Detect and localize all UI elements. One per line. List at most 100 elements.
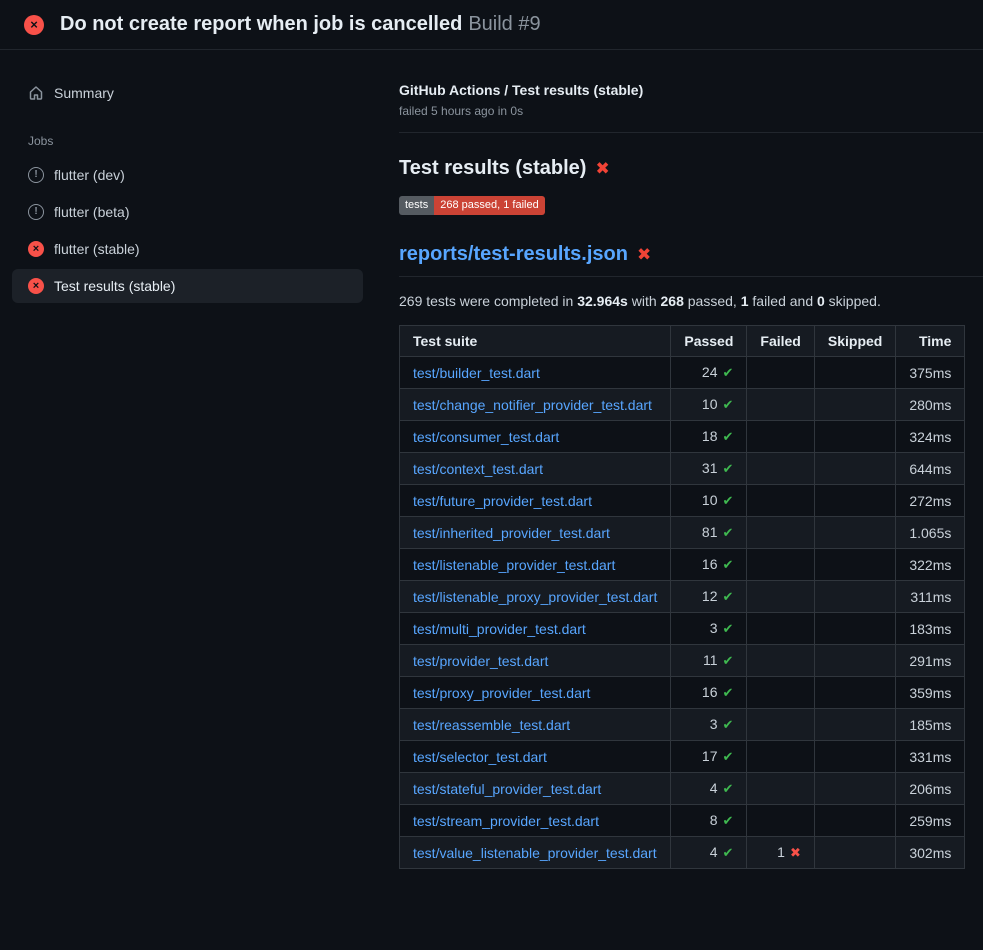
report-file-heading: reports/test-results.json ✖ <box>399 243 983 277</box>
passed-cell: 3✔ <box>671 709 747 741</box>
summary-mid2: passed, <box>684 293 741 309</box>
skipped-cell <box>814 389 895 421</box>
check-run-page: × Do not create report when job is cance… <box>0 0 983 909</box>
divider <box>399 132 983 133</box>
sidebar-item-flutter-beta[interactable]: !flutter (beta) <box>12 195 363 229</box>
time-cell: 324ms <box>896 421 965 453</box>
skipped-cell <box>814 581 895 613</box>
failed-cell <box>747 357 814 389</box>
suite-link[interactable]: test/listenable_provider_test.dart <box>413 557 615 573</box>
suite-cell: test/stateful_provider_test.dart <box>400 773 671 805</box>
passed-cell: 81✔ <box>671 517 747 549</box>
breadcrumb: GitHub Actions / Test results (stable) <box>399 82 983 98</box>
skipped-cell <box>814 773 895 805</box>
table-row: test/value_listenable_provider_test.dart… <box>400 837 965 869</box>
summary-line: 269 tests were completed in 32.964s with… <box>399 293 965 309</box>
skipped-cell <box>814 805 895 837</box>
check-icon: ✔ <box>723 461 734 476</box>
check-suite-title: Do not create report when job is cancell… <box>60 13 462 35</box>
suite-link[interactable]: test/provider_test.dart <box>413 653 548 669</box>
passed-cell: 18✔ <box>671 421 747 453</box>
time-cell: 375ms <box>896 357 965 389</box>
passed-cell: 4✔ <box>671 837 747 869</box>
suite-link[interactable]: test/value_listenable_provider_test.dart <box>413 845 657 861</box>
passed-cell: 10✔ <box>671 485 747 517</box>
suite-link[interactable]: test/consumer_test.dart <box>413 429 559 445</box>
passed-cell: 31✔ <box>671 453 747 485</box>
summary-suffix: skipped. <box>825 293 881 309</box>
x-circle-icon: × <box>24 15 44 35</box>
summary-duration: 32.964s <box>577 293 628 309</box>
summary-mid1: with <box>628 293 661 309</box>
sidebar-item-flutter-dev[interactable]: !flutter (dev) <box>12 158 363 192</box>
tests-badge: tests 268 passed, 1 failed <box>399 196 545 215</box>
failed-cell <box>747 677 814 709</box>
check-icon: ✔ <box>723 493 734 508</box>
failed-cell <box>747 581 814 613</box>
failed-cell: 1✖ <box>747 837 814 869</box>
suite-link[interactable]: test/listenable_proxy_provider_test.dart <box>413 589 657 605</box>
suite-cell: test/proxy_provider_test.dart <box>400 677 671 709</box>
summary-passed-count: 268 <box>661 293 684 309</box>
skipped-cell <box>814 741 895 773</box>
failed-cell <box>747 613 814 645</box>
failed-cell <box>747 389 814 421</box>
suite-link[interactable]: test/proxy_provider_test.dart <box>413 685 590 701</box>
table-row: test/inherited_provider_test.dart81✔1.06… <box>400 517 965 549</box>
check-icon: ✔ <box>723 813 734 828</box>
report-file-link[interactable]: reports/test-results.json <box>399 243 628 266</box>
time-cell: 206ms <box>896 773 965 805</box>
check-icon: ✔ <box>723 557 734 572</box>
sidebar-item-test-results-stable[interactable]: ×Test results (stable) <box>12 269 363 303</box>
time-cell: 291ms <box>896 645 965 677</box>
failed-cell <box>747 741 814 773</box>
summary-mid3: failed and <box>749 293 818 309</box>
failed-x-icon: ✖ <box>595 159 609 179</box>
suite-link[interactable]: test/change_notifier_provider_test.dart <box>413 397 652 413</box>
check-icon: ✔ <box>723 589 734 604</box>
suite-link[interactable]: test/selector_test.dart <box>413 749 547 765</box>
check-icon: ✔ <box>723 653 734 668</box>
check-title: Test results (stable) ✖ <box>399 157 983 180</box>
sidebar-item-flutter-stable[interactable]: ×flutter (stable) <box>12 232 363 266</box>
time-cell: 644ms <box>896 453 965 485</box>
suite-link[interactable]: test/stream_provider_test.dart <box>413 813 599 829</box>
passed-cell: 8✔ <box>671 805 747 837</box>
suite-link[interactable]: test/stateful_provider_test.dart <box>413 781 601 797</box>
check-icon: ✔ <box>723 685 734 700</box>
suite-cell: test/listenable_proxy_provider_test.dart <box>400 581 671 613</box>
failed-cell <box>747 453 814 485</box>
check-icon: ✔ <box>723 365 734 380</box>
col-header-skipped: Skipped <box>814 326 895 357</box>
time-cell: 183ms <box>896 613 965 645</box>
col-header-test-suite: Test suite <box>400 326 671 357</box>
jobs-list: !flutter (dev)!flutter (beta)×flutter (s… <box>12 158 363 303</box>
check-icon: ✔ <box>723 749 734 764</box>
badge-value: 268 passed, 1 failed <box>434 196 544 215</box>
suite-link[interactable]: test/multi_provider_test.dart <box>413 621 586 637</box>
summary-label: Summary <box>54 85 114 101</box>
badge-label: tests <box>399 196 434 215</box>
check-title-text: Test results (stable) <box>399 157 586 180</box>
sidebar-item-summary[interactable]: Summary <box>12 76 363 110</box>
suite-link[interactable]: test/builder_test.dart <box>413 365 540 381</box>
passed-cell: 4✔ <box>671 773 747 805</box>
suite-cell: test/selector_test.dart <box>400 741 671 773</box>
failed-x-icon: ✖ <box>637 245 651 265</box>
failed-cell <box>747 485 814 517</box>
check-icon: ✔ <box>723 717 734 732</box>
col-header-failed: Failed <box>747 326 814 357</box>
suite-link[interactable]: test/future_provider_test.dart <box>413 493 592 509</box>
job-label: Test results (stable) <box>54 278 175 294</box>
suite-link[interactable]: test/inherited_provider_test.dart <box>413 525 610 541</box>
time-cell: 359ms <box>896 677 965 709</box>
suite-link[interactable]: test/context_test.dart <box>413 461 543 477</box>
passed-cell: 17✔ <box>671 741 747 773</box>
time-cell: 280ms <box>896 389 965 421</box>
alert-circle-icon: ! <box>28 167 44 183</box>
failed-cell <box>747 549 814 581</box>
job-label: flutter (beta) <box>54 204 129 220</box>
table-row: test/multi_provider_test.dart3✔183ms <box>400 613 965 645</box>
suite-link[interactable]: test/reassemble_test.dart <box>413 717 570 733</box>
suite-cell: test/multi_provider_test.dart <box>400 613 671 645</box>
